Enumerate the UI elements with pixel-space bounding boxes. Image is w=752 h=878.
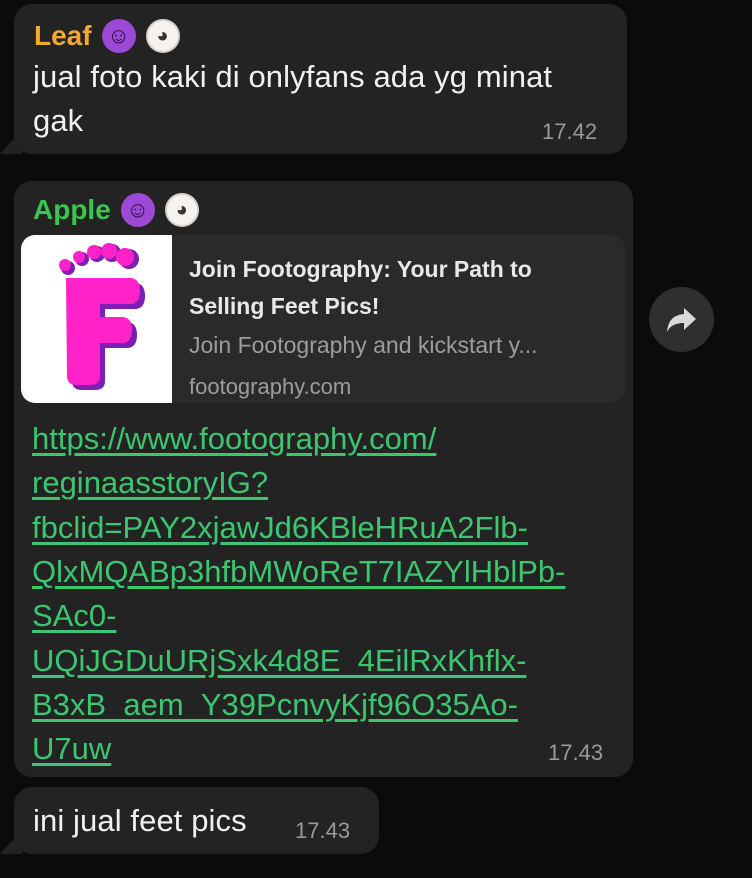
sender-name-row: Apple ☺ ◕ — [33, 193, 199, 227]
devil-face-icon: ☺ — [101, 19, 136, 53]
cow-face-icon: ◕ — [145, 19, 180, 53]
message-time: 17.42 — [542, 119, 598, 144]
devil-face-icon: ☺ — [120, 193, 155, 227]
link-preview-description: Join Footography and kickstart y... — [189, 332, 538, 358]
cow-face-icon: ◕ — [164, 193, 199, 227]
message-time: 17.43 — [548, 740, 604, 765]
message-link[interactable]: https://www.footography.com/ reginaassto… — [32, 417, 622, 772]
footography-logo-icon — [59, 243, 145, 390]
message-text: ini jual feet pics — [33, 803, 247, 838]
sender-name[interactable]: Apple — [33, 196, 111, 224]
link-preview-card[interactable]: Join Footography: Your Path to Selling F… — [21, 235, 625, 403]
forward-button[interactable] — [649, 287, 714, 352]
link-preview-title[interactable]: Join Footography: Your Path to Selling F… — [189, 251, 609, 325]
link-preview-domain: footography.com — [189, 374, 352, 399]
forward-arrow-icon — [666, 307, 696, 332]
sender-name-row: Leaf ☺ ◕ — [34, 19, 180, 53]
message-bubble-leaf[interactable]: Leaf ☺ ◕ jual foto kaki di onlyfans ada … — [14, 4, 627, 154]
message-time: 17.43 — [295, 818, 351, 843]
sender-name[interactable]: Leaf — [34, 22, 92, 50]
message-bubble-reply[interactable]: ini jual feet pics 17.43 — [14, 787, 379, 854]
message-bubble-apple[interactable]: Apple ☺ ◕ Join Footography: Your Path to… — [14, 181, 633, 777]
chat-window: Leaf ☺ ◕ jual foto kaki di onlyfans ada … — [0, 0, 752, 878]
footography-logo — [21, 235, 172, 403]
message-text: jual foto kaki di onlyfans ada yg minat … — [33, 59, 553, 139]
